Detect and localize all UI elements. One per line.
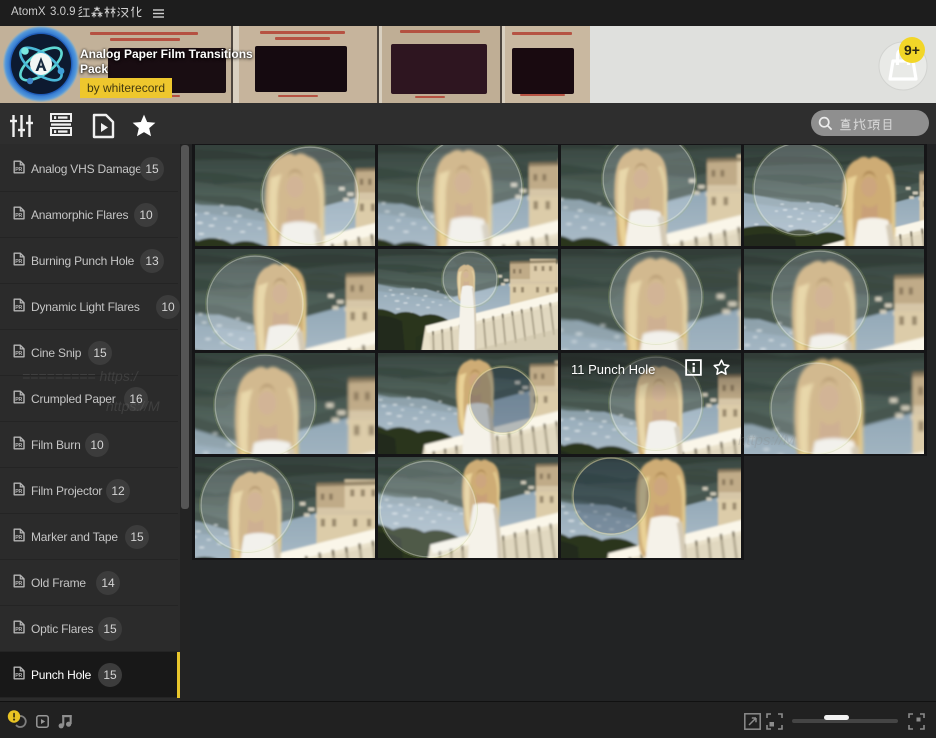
svg-text:PR: PR bbox=[15, 581, 22, 587]
svg-text:PR: PR bbox=[15, 259, 22, 265]
svg-text:PR: PR bbox=[15, 305, 22, 311]
svg-text:9+: 9+ bbox=[904, 42, 920, 58]
svg-text:PR: PR bbox=[15, 443, 22, 449]
svg-text:PR: PR bbox=[15, 351, 22, 357]
svg-text:PR: PR bbox=[15, 673, 22, 679]
svg-text:PR: PR bbox=[15, 489, 22, 495]
svg-text:PR: PR bbox=[15, 397, 22, 403]
svg-text:PR: PR bbox=[15, 535, 22, 541]
svg-text:PR: PR bbox=[15, 167, 22, 173]
svg-text:PR: PR bbox=[15, 213, 22, 219]
svg-text:PR: PR bbox=[15, 627, 22, 633]
